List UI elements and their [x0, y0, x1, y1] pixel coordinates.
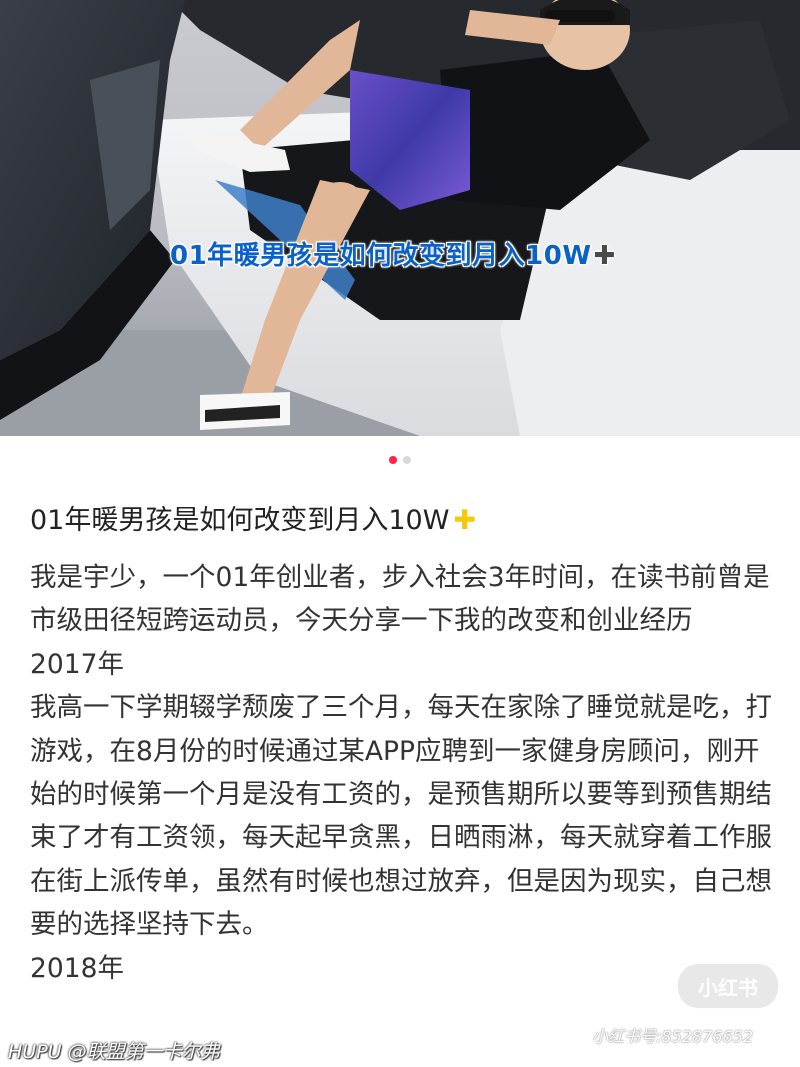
note-content: 我是宇少，一个01年创业者，步入社会3年时间，在读书前曾是市级田径短跨运动员，今…	[30, 556, 782, 990]
cover-overlay-text: 01年暖男孩是如何改变到月入10W	[170, 241, 592, 271]
cover-overlay-title: 01年暖男孩是如何改变到月入10W✚	[170, 236, 616, 276]
carousel-dot-1[interactable]	[389, 456, 397, 464]
car-photo	[0, 0, 800, 436]
note-paragraph-story: 我高一下学期辍学颓废了三个月，每天在家除了睡觉就是吃，打游戏，在8月份的时候通过…	[30, 692, 772, 941]
carousel-dot-2[interactable]	[403, 456, 411, 464]
xiaohongshu-logo-watermark: 小红书	[676, 962, 780, 1010]
note-paragraph-year-2018: 2018年	[30, 952, 124, 984]
note-title: 01年暖男孩是如何改变到月入10W ✚	[30, 498, 476, 537]
note-title-text: 01年暖男孩是如何改变到月入10W	[30, 505, 450, 536]
carousel-indicator	[0, 456, 800, 468]
note-paragraph-intro: 我是宇少，一个01年创业者，步入社会3年时间，在读书前曾是市级田径短跨运动员，今…	[30, 562, 770, 637]
sparkle-plus-icon: ✚	[453, 505, 477, 536]
xiaohongshu-id-watermark: 小红书号:852876652	[592, 1027, 754, 1046]
note-cover-image[interactable]: 01年暖男孩是如何改变到月入10W✚	[0, 0, 800, 436]
note-paragraph-year-2017: 2017年	[30, 648, 124, 680]
plus-icon: ✚	[593, 241, 616, 271]
hupu-handle-watermark: HUPU @联盟第一卡尔弗	[8, 1041, 220, 1063]
